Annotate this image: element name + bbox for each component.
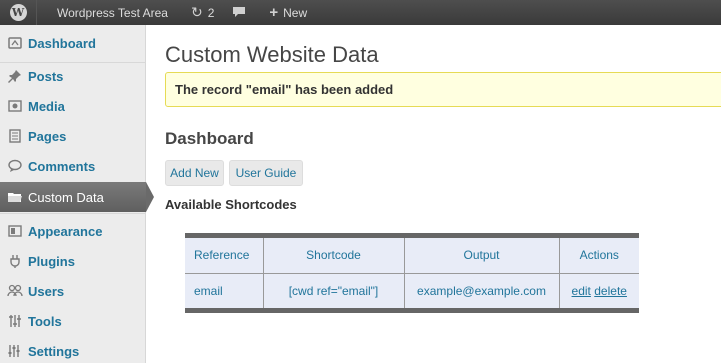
sidebar-item-tools[interactable]: Tools — [0, 306, 146, 336]
delete-link[interactable]: delete — [594, 284, 627, 298]
settings-icon — [7, 343, 23, 359]
menu-separator — [0, 213, 146, 214]
sidebar-item-dashboard[interactable]: Dashboard — [0, 28, 146, 58]
sidebar-item-settings[interactable]: Settings — [0, 336, 146, 363]
sidebar-item-users[interactable]: Users — [0, 276, 146, 306]
new-label: New — [283, 5, 308, 20]
pages-icon — [7, 128, 23, 144]
admin-sidebar: Dashboard Posts Media Pages Comments Cus… — [0, 25, 154, 363]
wordpress-logo-button[interactable]: W — [0, 0, 37, 25]
page-title: Custom Website Data — [165, 42, 379, 67]
refresh-icon: ↻ — [190, 4, 203, 20]
section-title: Dashboard — [165, 129, 254, 148]
sidebar-item-label: Tools — [28, 313, 62, 329]
sidebar-item-plugins[interactable]: Plugins — [0, 246, 146, 276]
sidebar-item-label: Users — [28, 283, 65, 299]
cell-shortcode: [cwd ref="email"] — [262, 272, 405, 308]
sidebar-item-media[interactable]: Media — [0, 91, 146, 121]
tools-icon — [7, 313, 23, 329]
updates-count: 2 — [207, 5, 215, 20]
site-name-link[interactable]: Wordpress Test Area — [37, 0, 182, 25]
cell-reference: email — [185, 272, 264, 308]
sidebar-item-appearance[interactable]: Appearance — [0, 216, 146, 246]
edit-link[interactable]: edit — [572, 284, 591, 298]
pin-icon — [7, 68, 23, 84]
dashboard-icon — [7, 35, 23, 51]
sidebar-item-label: Custom Data — [28, 189, 104, 205]
column-header-reference: Reference — [185, 238, 264, 274]
users-icon — [7, 283, 23, 299]
table-row: email [cwd ref="email"] example@example.… — [185, 272, 639, 308]
sidebar-item-label: Comments — [28, 158, 96, 174]
sidebar-item-label: Posts — [28, 68, 64, 84]
media-icon — [7, 98, 23, 114]
sidebar-item-custom-data[interactable]: Custom Data — [0, 182, 154, 212]
sidebar-item-label: Media — [28, 98, 65, 114]
cell-output: example@example.com — [403, 272, 560, 308]
folder-icon — [7, 189, 23, 205]
sidebar-item-posts[interactable]: Posts — [0, 61, 146, 91]
column-header-output: Output — [403, 238, 560, 274]
add-new-button[interactable]: Add New — [165, 160, 224, 186]
sidebar-item-comments[interactable]: Comments — [0, 151, 146, 181]
notice-message: The record "email" has been added — [165, 72, 721, 107]
new-content-button[interactable]: + New — [260, 0, 316, 25]
plug-icon — [7, 253, 23, 269]
sidebar-item-label: Settings — [28, 343, 80, 359]
sidebar-item-label: Pages — [28, 128, 67, 144]
wordpress-logo-icon: W — [9, 4, 27, 21]
site-name-label: Wordpress Test Area — [57, 5, 168, 20]
comments-button[interactable] — [223, 0, 260, 25]
comment-icon — [7, 158, 23, 174]
sidebar-item-pages[interactable]: Pages — [0, 121, 146, 151]
table-header-row: Reference Shortcode Output Actions — [185, 238, 639, 274]
user-guide-button[interactable]: User Guide — [229, 160, 303, 186]
comment-bubble-icon — [232, 5, 246, 21]
column-header-shortcode: Shortcode — [262, 238, 405, 274]
cell-actions: edit delete — [558, 272, 639, 308]
plus-icon: + — [269, 4, 279, 21]
updates-button[interactable]: ↻ 2 — [182, 0, 223, 25]
column-header-actions: Actions — [558, 238, 639, 274]
sidebar-item-label: Plugins — [28, 253, 75, 269]
main-content: Custom Website Data The record "email" h… — [147, 25, 721, 363]
shortcodes-table: Reference Shortcode Output Actions email… — [185, 233, 639, 313]
sidebar-item-label: Appearance — [28, 223, 103, 239]
appearance-icon — [7, 223, 23, 239]
shortcodes-title: Available Shortcodes — [165, 197, 297, 212]
sidebar-item-label: Dashboard — [28, 35, 96, 51]
admin-bar: W Wordpress Test Area ↻ 2 + New — [0, 0, 721, 25]
